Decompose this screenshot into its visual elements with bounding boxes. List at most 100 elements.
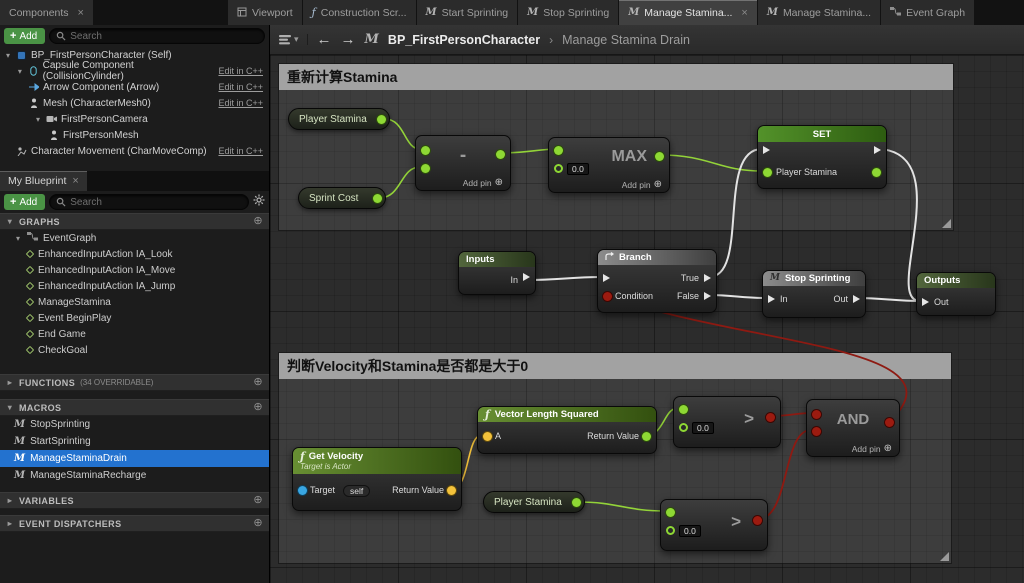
exec-output-pin[interactable]: [874, 146, 881, 154]
exec-input-pin[interactable]: [603, 274, 610, 282]
exec-output-pin-true[interactable]: [704, 274, 711, 282]
float-input-pin[interactable]: [763, 168, 772, 177]
object-input-pin[interactable]: [298, 486, 307, 495]
float-output-pin[interactable]: [377, 115, 386, 124]
add-pin-button[interactable]: Add pin ⊕: [463, 177, 503, 188]
blueprint-item-startsprinting[interactable]: M StartSprinting: [0, 433, 269, 450]
add-component-button[interactable]: + Add: [4, 28, 46, 44]
blueprint-item-ia-look[interactable]: EnhancedInputAction IA_Look: [0, 246, 269, 262]
node-stop-sprinting[interactable]: M Stop Sprinting In Out: [762, 270, 866, 318]
float-input-pin[interactable]: [554, 164, 563, 173]
caret-down-icon[interactable]: ▾: [14, 234, 22, 243]
add-variable-icon[interactable]: ⊕: [253, 495, 263, 506]
tab-stop-sprinting[interactable]: M Stop Sprinting: [518, 0, 620, 25]
bool-input-pin[interactable]: [812, 427, 821, 436]
float-input-pin[interactable]: [666, 508, 675, 517]
blueprint-item-managestaminarecharge[interactable]: M ManageStaminaRecharge: [0, 467, 269, 484]
tab-event-graph[interactable]: Event Graph: [881, 0, 976, 25]
graph-view-dropdown[interactable]: ▾: [279, 34, 308, 45]
component-row-firstpersoncamera[interactable]: ▾ FirstPersonCamera: [0, 111, 269, 127]
edit-in-cpp-link[interactable]: Edit in C++: [218, 66, 263, 76]
tab-manage-stamina-drain[interactable]: M Manage Stamina... ×: [619, 0, 758, 25]
comment-title[interactable]: 重新计算Stamina: [279, 64, 953, 90]
exec-input-pin[interactable]: [768, 295, 775, 303]
component-row-arrow[interactable]: Arrow Component (Arrow) Edit in C++: [0, 79, 269, 95]
blueprint-item-managestaminadrain[interactable]: M ManageStaminaDrain: [0, 450, 269, 467]
node-branch[interactable]: Branch True Condition False: [597, 249, 717, 313]
close-icon[interactable]: ×: [72, 175, 78, 187]
float-input-pin[interactable]: [679, 423, 688, 432]
float-output-pin[interactable]: [373, 194, 382, 203]
blueprint-item-ia-move[interactable]: EnhancedInputAction IA_Move: [0, 262, 269, 278]
add-dispatcher-icon[interactable]: ⊕: [253, 518, 263, 529]
breadcrumb-root[interactable]: BP_FirstPersonCharacter: [388, 33, 540, 47]
node-greater-than-2[interactable]: 0.0 >: [660, 499, 768, 551]
component-row-charactermovement[interactable]: Character Movement (CharMoveComp) Edit i…: [0, 143, 269, 159]
float-input-pin[interactable]: [666, 526, 675, 535]
bool-output-pin[interactable]: [885, 418, 894, 427]
node-greater-than-1[interactable]: 0.0 >: [673, 396, 781, 448]
components-search-input[interactable]: [70, 30, 258, 42]
vector-input-pin[interactable]: [483, 432, 492, 441]
node-outputs[interactable]: Outputs Out: [916, 272, 996, 316]
node-get-sprint-cost[interactable]: Sprint Cost: [298, 187, 386, 209]
event-dispatchers-section-header[interactable]: ▸ EVENT DISPATCHERS ⊕: [0, 515, 269, 532]
forward-button[interactable]: →: [341, 32, 356, 47]
component-row-capsule[interactable]: ▾ Capsule Component (CollisionCylinder) …: [0, 60, 269, 82]
float-output-pin[interactable]: [572, 498, 581, 507]
tab-start-sprinting[interactable]: M Start Sprinting: [416, 0, 519, 25]
blueprint-item-event-beginplay[interactable]: Event BeginPlay: [0, 310, 269, 326]
wire-inputs-branch[interactable]: [526, 276, 602, 281]
float-output-pin[interactable]: [642, 432, 651, 441]
add-pin-button[interactable]: Add pin ⊕: [852, 443, 892, 454]
wire-branch-false-stopsprinting[interactable]: [708, 294, 767, 299]
blueprint-item-stopsprinting[interactable]: M StopSprinting: [0, 416, 269, 433]
settings-gear-icon[interactable]: [253, 193, 265, 211]
exec-input-pin[interactable]: [922, 298, 929, 306]
variables-section-header[interactable]: ▸ VARIABLES ⊕: [0, 492, 269, 509]
float-output-pin[interactable]: [496, 150, 505, 159]
component-row-firstpersonmesh[interactable]: FirstPersonMesh: [0, 127, 269, 143]
tab-components[interactable]: Components ×: [0, 0, 94, 25]
bool-input-pin[interactable]: [603, 292, 612, 301]
close-icon[interactable]: ×: [741, 7, 747, 19]
float-literal-input[interactable]: 0.0: [567, 163, 589, 175]
vector-output-pin[interactable]: [447, 486, 456, 495]
tab-my-blueprint[interactable]: My Blueprint ×: [0, 171, 87, 191]
graph-canvas[interactable]: 重新计算Stamina 判断Velocity和Stamina是否都是大于0 Pl…: [270, 55, 1024, 583]
add-function-icon[interactable]: ⊕: [253, 377, 263, 388]
caret-down-icon[interactable]: ▾: [16, 67, 24, 76]
exec-output-pin[interactable]: [523, 273, 530, 281]
float-output-pin[interactable]: [872, 168, 881, 177]
float-literal-input[interactable]: 0.0: [679, 525, 701, 537]
tab-construction-script[interactable]: ƒ Construction Scr...: [302, 0, 417, 25]
bool-output-pin[interactable]: [753, 516, 762, 525]
node-set-player-stamina[interactable]: SET Player Stamina: [757, 125, 887, 189]
node-vector-length-squared[interactable]: ƒ Vector Length Squared A Return Value: [477, 406, 657, 454]
tab-viewport[interactable]: Viewport: [227, 0, 303, 25]
blueprint-item-eventgraph[interactable]: ▾ EventGraph: [0, 230, 269, 246]
caret-down-icon[interactable]: ▾: [34, 115, 42, 124]
comment-title[interactable]: 判断Velocity和Stamina是否都是大于0: [279, 353, 951, 379]
node-get-player-stamina-1[interactable]: Player Stamina: [288, 108, 390, 130]
bool-output-pin[interactable]: [766, 413, 775, 422]
component-row-mesh[interactable]: Mesh (CharacterMesh0) Edit in C++: [0, 95, 269, 111]
close-icon[interactable]: ×: [78, 7, 84, 19]
node-max[interactable]: 0.0 MAX Add pin ⊕: [548, 137, 670, 193]
graphs-section-header[interactable]: ▾ GRAPHS ⊕: [0, 213, 269, 230]
exec-output-pin[interactable]: [853, 295, 860, 303]
target-self-dropdown[interactable]: self: [343, 485, 371, 497]
add-graph-icon[interactable]: ⊕: [253, 216, 263, 227]
node-get-velocity[interactable]: ƒ Get Velocity Target is Actor Target se…: [292, 447, 462, 511]
blueprint-item-managestamina[interactable]: ManageStamina: [0, 294, 269, 310]
float-output-pin[interactable]: [655, 152, 664, 161]
edit-in-cpp-link[interactable]: Edit in C++: [218, 82, 263, 92]
float-input-pin[interactable]: [679, 405, 688, 414]
add-pin-button[interactable]: Add pin ⊕: [622, 179, 662, 190]
edit-in-cpp-link[interactable]: Edit in C++: [218, 146, 263, 156]
components-search[interactable]: [49, 28, 265, 44]
macros-section-header[interactable]: ▾ MACROS ⊕: [0, 399, 269, 416]
node-get-player-stamina-2[interactable]: Player Stamina: [483, 491, 585, 513]
float-literal-input[interactable]: 0.0: [692, 422, 714, 434]
node-subtract[interactable]: - Add pin ⊕: [415, 135, 511, 191]
